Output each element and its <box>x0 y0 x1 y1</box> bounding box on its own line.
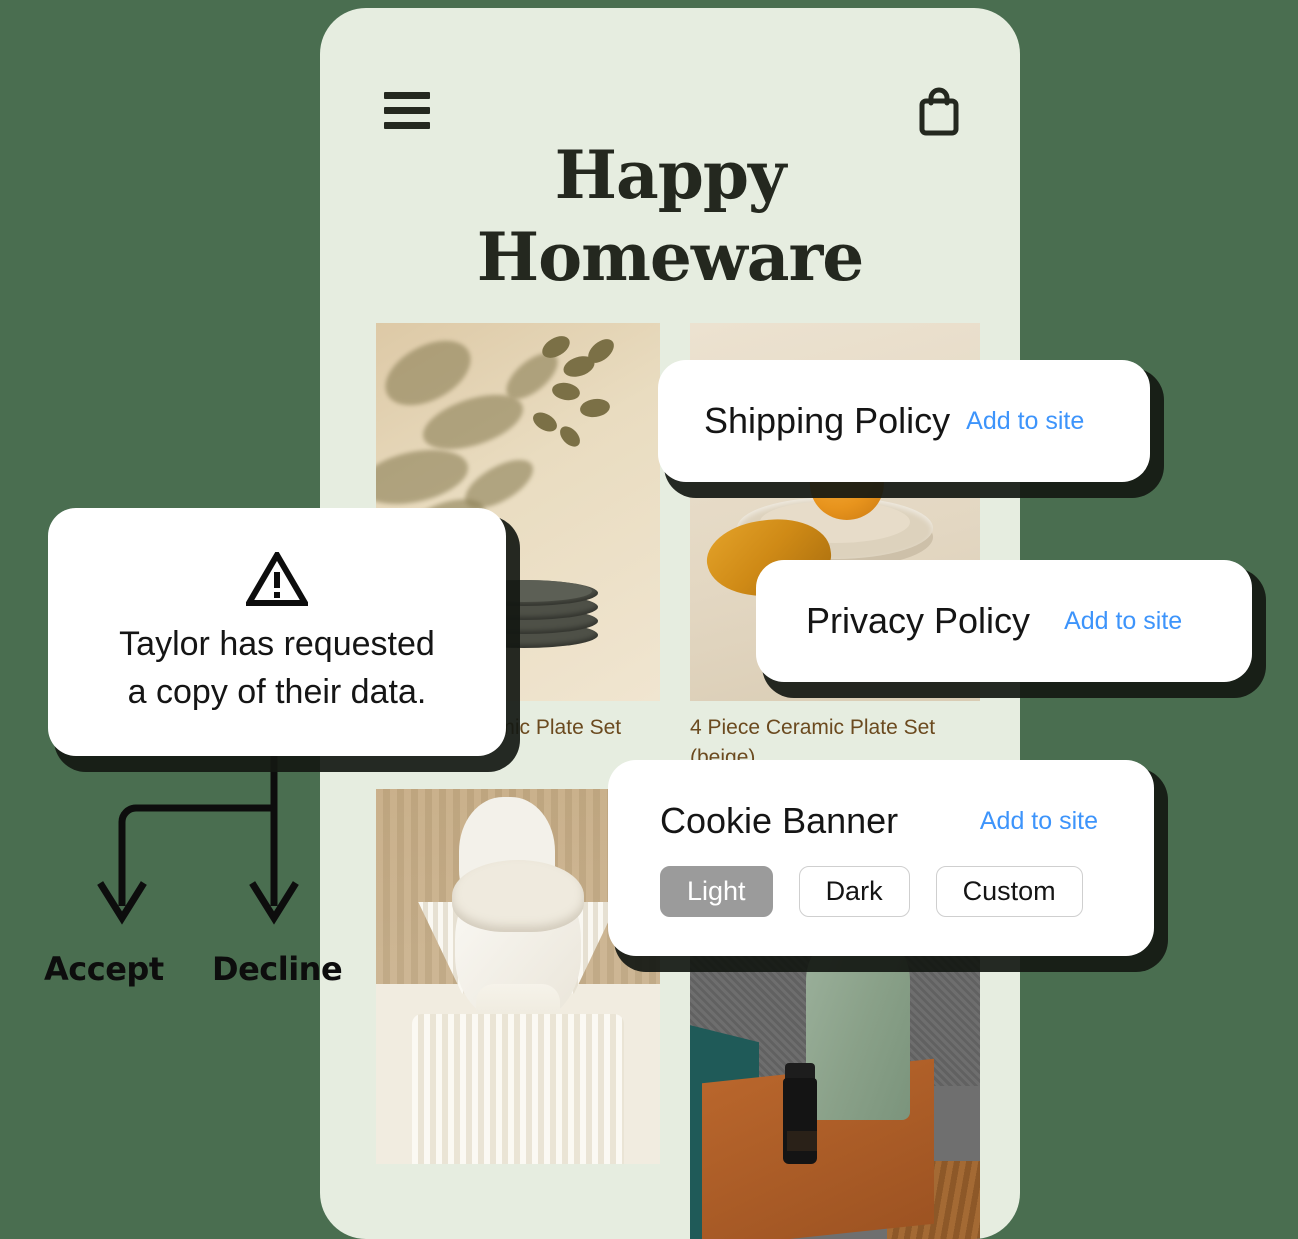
shipping-policy-title: Shipping Policy <box>704 400 951 441</box>
privacy-policy-title: Privacy Policy <box>806 600 1031 641</box>
hamburger-icon[interactable] <box>384 90 432 130</box>
data-request-card: Taylor has requested a copy of their dat… <box>48 508 506 756</box>
cookie-banner-title: Cookie Banner <box>660 800 899 841</box>
page-title: Happy Homeware <box>320 134 1020 298</box>
store-title-line-1: Happy <box>554 136 787 214</box>
oil-bottle <box>782 1078 817 1164</box>
store-title-line-2: Homeware <box>476 218 865 296</box>
data-request-line-1: Taylor has requested <box>119 625 435 663</box>
cookie-theme-options: Light Dark Custom <box>660 866 1118 917</box>
accept-label: Accept <box>44 950 164 988</box>
privacy-policy-card: Privacy Policy Add to site <box>756 560 1252 682</box>
cookie-theme-light-button[interactable]: Light <box>660 866 773 917</box>
diffuser-body <box>806 928 910 1120</box>
hamburger-bar <box>384 106 430 114</box>
fluted-pedestal <box>412 1014 624 1164</box>
shopping-bag-icon[interactable] <box>916 86 962 136</box>
cookie-theme-custom-button[interactable]: Custom <box>935 866 1083 917</box>
warning-triangle-icon <box>246 552 308 606</box>
decline-label: Decline <box>212 950 343 988</box>
flow-arrows <box>97 748 299 925</box>
shipping-policy-card: Shipping Policy Add to site <box>658 360 1150 482</box>
cookie-banner-header: Cookie Banner Add to site <box>660 800 1118 842</box>
data-request-line-2: a copy of their data. <box>127 673 427 711</box>
privacy-policy-add-to-site-link[interactable]: Add to site <box>1064 607 1182 636</box>
hamburger-bar <box>384 91 430 99</box>
shipping-policy-add-to-site-link[interactable]: Add to site <box>966 407 1084 436</box>
cookie-banner-add-to-site-link[interactable]: Add to site <box>980 807 1098 836</box>
hamburger-bar <box>384 121 430 129</box>
store-header: Happy Homeware <box>320 8 1020 308</box>
cookie-banner-card: Cookie Banner Add to site Light Dark Cus… <box>608 760 1154 956</box>
cookie-theme-dark-button[interactable]: Dark <box>798 866 910 917</box>
